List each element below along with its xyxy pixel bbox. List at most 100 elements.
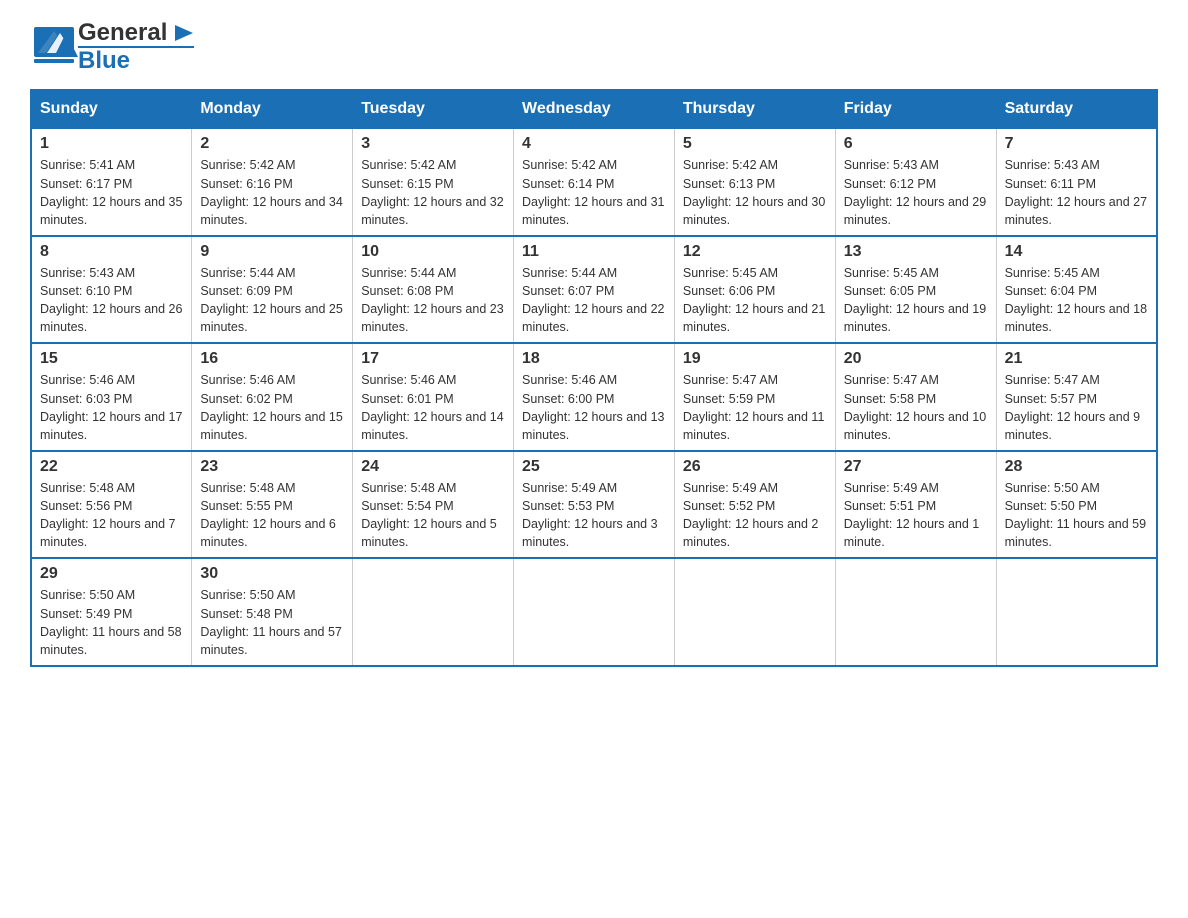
day-info: Sunrise: 5:45 AMSunset: 6:05 PMDaylight:…: [844, 264, 988, 337]
day-number: 24: [361, 458, 505, 476]
day-info: Sunrise: 5:41 AMSunset: 6:17 PMDaylight:…: [40, 156, 183, 229]
day-number: 20: [844, 350, 988, 368]
day-info: Sunrise: 5:46 AMSunset: 6:00 PMDaylight:…: [522, 371, 666, 444]
day-number: 23: [200, 458, 344, 476]
calendar-cell: 30 Sunrise: 5:50 AMSunset: 5:48 PMDaylig…: [192, 558, 353, 666]
day-info: Sunrise: 5:43 AMSunset: 6:12 PMDaylight:…: [844, 156, 988, 229]
calendar-cell: 2 Sunrise: 5:42 AMSunset: 6:16 PMDayligh…: [192, 129, 353, 236]
day-number: 9: [200, 243, 344, 261]
day-info: Sunrise: 5:49 AMSunset: 5:51 PMDaylight:…: [844, 479, 988, 552]
day-number: 12: [683, 243, 827, 261]
calendar-cell: 24 Sunrise: 5:48 AMSunset: 5:54 PMDaylig…: [353, 451, 514, 559]
day-number: 3: [361, 135, 505, 153]
day-info: Sunrise: 5:44 AMSunset: 6:07 PMDaylight:…: [522, 264, 666, 337]
week-row-5: 29 Sunrise: 5:50 AMSunset: 5:49 PMDaylig…: [31, 558, 1157, 666]
day-header-thursday: Thursday: [674, 90, 835, 129]
calendar-cell: 1 Sunrise: 5:41 AMSunset: 6:17 PMDayligh…: [31, 129, 192, 236]
day-number: 14: [1005, 243, 1148, 261]
day-number: 15: [40, 350, 183, 368]
day-header-tuesday: Tuesday: [353, 90, 514, 129]
day-info: Sunrise: 5:42 AMSunset: 6:13 PMDaylight:…: [683, 156, 827, 229]
day-info: Sunrise: 5:47 AMSunset: 5:57 PMDaylight:…: [1005, 371, 1148, 444]
calendar-cell: 10 Sunrise: 5:44 AMSunset: 6:08 PMDaylig…: [353, 236, 514, 344]
logo-triangle-icon: [175, 25, 193, 43]
day-number: 5: [683, 135, 827, 153]
day-number: 7: [1005, 135, 1148, 153]
day-number: 2: [200, 135, 344, 153]
day-number: 1: [40, 135, 183, 153]
day-number: 11: [522, 243, 666, 261]
calendar-cell: 16 Sunrise: 5:46 AMSunset: 6:02 PMDaylig…: [192, 343, 353, 451]
day-info: Sunrise: 5:43 AMSunset: 6:11 PMDaylight:…: [1005, 156, 1148, 229]
day-header-sunday: Sunday: [31, 90, 192, 129]
page-header: General Blue: [30, 20, 1158, 73]
calendar-cell: 27 Sunrise: 5:49 AMSunset: 5:51 PMDaylig…: [835, 451, 996, 559]
day-number: 4: [522, 135, 666, 153]
day-info: Sunrise: 5:50 AMSunset: 5:48 PMDaylight:…: [200, 586, 344, 659]
day-number: 8: [40, 243, 183, 261]
day-info: Sunrise: 5:48 AMSunset: 5:56 PMDaylight:…: [40, 479, 183, 552]
logo-general: General: [78, 19, 167, 46]
day-info: Sunrise: 5:43 AMSunset: 6:10 PMDaylight:…: [40, 264, 183, 337]
day-info: Sunrise: 5:47 AMSunset: 5:58 PMDaylight:…: [844, 371, 988, 444]
calendar-cell: 9 Sunrise: 5:44 AMSunset: 6:09 PMDayligh…: [192, 236, 353, 344]
calendar-cell: 25 Sunrise: 5:49 AMSunset: 5:53 PMDaylig…: [514, 451, 675, 559]
day-info: Sunrise: 5:47 AMSunset: 5:59 PMDaylight:…: [683, 371, 827, 444]
calendar-cell: 5 Sunrise: 5:42 AMSunset: 6:13 PMDayligh…: [674, 129, 835, 236]
calendar-cell: [996, 558, 1157, 666]
day-header-monday: Monday: [192, 90, 353, 129]
day-info: Sunrise: 5:46 AMSunset: 6:01 PMDaylight:…: [361, 371, 505, 444]
calendar-cell: [514, 558, 675, 666]
day-number: 29: [40, 565, 183, 583]
logo-icon: [30, 23, 78, 71]
day-number: 22: [40, 458, 183, 476]
day-info: Sunrise: 5:45 AMSunset: 6:06 PMDaylight:…: [683, 264, 827, 337]
calendar-cell: 4 Sunrise: 5:42 AMSunset: 6:14 PMDayligh…: [514, 129, 675, 236]
day-number: 30: [200, 565, 344, 583]
calendar-cell: 11 Sunrise: 5:44 AMSunset: 6:07 PMDaylig…: [514, 236, 675, 344]
calendar-cell: 19 Sunrise: 5:47 AMSunset: 5:59 PMDaylig…: [674, 343, 835, 451]
calendar-cell: 12 Sunrise: 5:45 AMSunset: 6:06 PMDaylig…: [674, 236, 835, 344]
calendar-cell: 29 Sunrise: 5:50 AMSunset: 5:49 PMDaylig…: [31, 558, 192, 666]
calendar-cell: 28 Sunrise: 5:50 AMSunset: 5:50 PMDaylig…: [996, 451, 1157, 559]
calendar-cell: 7 Sunrise: 5:43 AMSunset: 6:11 PMDayligh…: [996, 129, 1157, 236]
day-number: 13: [844, 243, 988, 261]
day-number: 28: [1005, 458, 1148, 476]
day-header-friday: Friday: [835, 90, 996, 129]
day-info: Sunrise: 5:48 AMSunset: 5:54 PMDaylight:…: [361, 479, 505, 552]
day-number: 25: [522, 458, 666, 476]
calendar-cell: [835, 558, 996, 666]
day-info: Sunrise: 5:44 AMSunset: 6:08 PMDaylight:…: [361, 264, 505, 337]
day-number: 21: [1005, 350, 1148, 368]
day-info: Sunrise: 5:49 AMSunset: 5:52 PMDaylight:…: [683, 479, 827, 552]
calendar-cell: [353, 558, 514, 666]
day-number: 19: [683, 350, 827, 368]
day-number: 6: [844, 135, 988, 153]
calendar-cell: 21 Sunrise: 5:47 AMSunset: 5:57 PMDaylig…: [996, 343, 1157, 451]
day-info: Sunrise: 5:44 AMSunset: 6:09 PMDaylight:…: [200, 264, 344, 337]
day-number: 26: [683, 458, 827, 476]
calendar-cell: 14 Sunrise: 5:45 AMSunset: 6:04 PMDaylig…: [996, 236, 1157, 344]
day-header-wednesday: Wednesday: [514, 90, 675, 129]
calendar-cell: 8 Sunrise: 5:43 AMSunset: 6:10 PMDayligh…: [31, 236, 192, 344]
header-row: SundayMondayTuesdayWednesdayThursdayFrid…: [31, 90, 1157, 129]
day-number: 27: [844, 458, 988, 476]
day-number: 17: [361, 350, 505, 368]
week-row-4: 22 Sunrise: 5:48 AMSunset: 5:56 PMDaylig…: [31, 451, 1157, 559]
week-row-2: 8 Sunrise: 5:43 AMSunset: 6:10 PMDayligh…: [31, 236, 1157, 344]
logo-blue: Blue: [78, 47, 130, 74]
calendar-cell: 22 Sunrise: 5:48 AMSunset: 5:56 PMDaylig…: [31, 451, 192, 559]
day-header-saturday: Saturday: [996, 90, 1157, 129]
day-info: Sunrise: 5:42 AMSunset: 6:14 PMDaylight:…: [522, 156, 666, 229]
day-info: Sunrise: 5:46 AMSunset: 6:03 PMDaylight:…: [40, 371, 183, 444]
calendar-cell: 20 Sunrise: 5:47 AMSunset: 5:58 PMDaylig…: [835, 343, 996, 451]
day-info: Sunrise: 5:48 AMSunset: 5:55 PMDaylight:…: [200, 479, 344, 552]
day-info: Sunrise: 5:45 AMSunset: 6:04 PMDaylight:…: [1005, 264, 1148, 337]
calendar-cell: 23 Sunrise: 5:48 AMSunset: 5:55 PMDaylig…: [192, 451, 353, 559]
week-row-3: 15 Sunrise: 5:46 AMSunset: 6:03 PMDaylig…: [31, 343, 1157, 451]
calendar-cell: [674, 558, 835, 666]
calendar-table: SundayMondayTuesdayWednesdayThursdayFrid…: [30, 89, 1158, 667]
calendar-cell: 15 Sunrise: 5:46 AMSunset: 6:03 PMDaylig…: [31, 343, 192, 451]
calendar-cell: 17 Sunrise: 5:46 AMSunset: 6:01 PMDaylig…: [353, 343, 514, 451]
calendar-cell: 6 Sunrise: 5:43 AMSunset: 6:12 PMDayligh…: [835, 129, 996, 236]
